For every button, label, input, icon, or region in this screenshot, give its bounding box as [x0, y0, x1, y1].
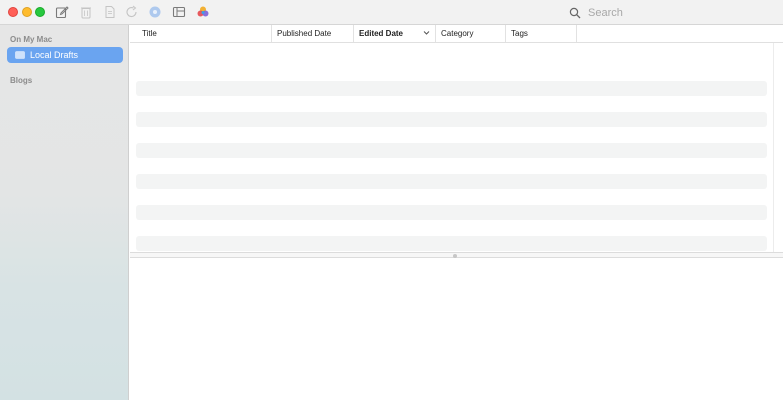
new-post-icon[interactable]: [55, 5, 69, 19]
refresh-icon[interactable]: [125, 5, 139, 19]
trash-icon[interactable]: [79, 5, 93, 19]
search-field[interactable]: [563, 4, 783, 21]
posts-table: Title Published Date Edited Date Categor…: [130, 25, 783, 252]
sidebar-section-header: On My Mac: [10, 35, 53, 44]
table-row: [136, 112, 767, 127]
close-window-button[interactable]: [8, 7, 18, 17]
table-header: Title Published Date Edited Date Categor…: [130, 25, 783, 43]
table-rows: [136, 44, 767, 267]
layout-icon[interactable]: [172, 5, 186, 19]
vertical-scrollbar[interactable]: [773, 43, 783, 252]
table-row: [136, 205, 767, 220]
table-row: [136, 143, 767, 158]
folder-icon: [15, 51, 25, 59]
column-header-category[interactable]: Category: [436, 25, 506, 42]
sidebar-item-label: Local Drafts: [30, 50, 79, 60]
sidebar-section-header: Blogs: [10, 76, 33, 85]
sidebar: On My Mac Local Drafts Blogs: [0, 25, 129, 400]
column-header-edited-date[interactable]: Edited Date: [354, 25, 436, 42]
document-icon[interactable]: [103, 5, 117, 19]
blog-icon[interactable]: [148, 5, 162, 19]
palette-icon[interactable]: [196, 5, 210, 19]
minimize-window-button[interactable]: [22, 7, 32, 17]
column-header-published-date[interactable]: Published Date: [272, 25, 354, 42]
search-input[interactable]: [588, 6, 768, 19]
post-preview-pane: [130, 258, 783, 400]
chevron-down-icon: [423, 31, 430, 35]
table-row: [136, 174, 767, 189]
search-icon: [569, 7, 581, 18]
table-row: [136, 44, 767, 63]
title-bar: [0, 0, 783, 25]
table-row: [136, 236, 767, 251]
table-row: [136, 81, 767, 96]
column-header-tags[interactable]: Tags: [506, 25, 577, 42]
zoom-window-button[interactable]: [35, 7, 45, 17]
sidebar-item-local-drafts[interactable]: Local Drafts: [7, 47, 123, 63]
column-header-title[interactable]: Title: [130, 25, 272, 42]
